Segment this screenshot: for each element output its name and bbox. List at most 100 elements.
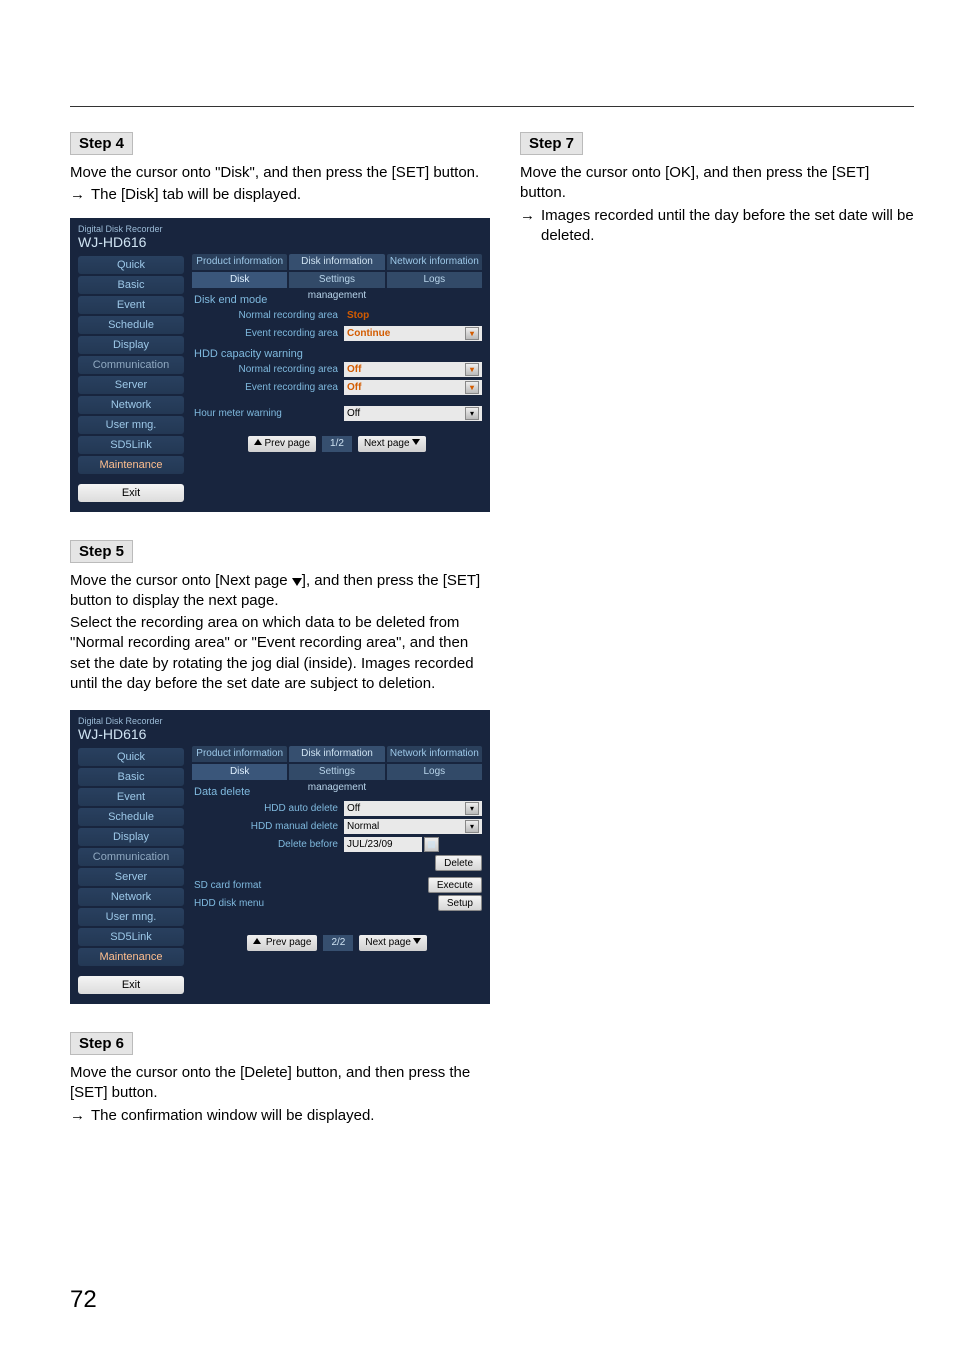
sidebar-item-maintenance[interactable]: Maintenance [78,456,184,474]
label-event-rec-area-2: Event recording area [192,382,344,393]
product-line: Digital Disk Recorder [78,224,482,234]
model-name: WJ-HD616 [78,234,482,250]
sidebar-item-display[interactable]: Display [78,828,184,846]
label-normal-rec-area-2: Normal recording area [192,364,344,375]
dropdown-normal-rec-area-2[interactable]: Off▾ [344,362,482,377]
dropdown-hdd-auto-delete[interactable]: Off▾ [344,801,482,816]
step-6-label: Step 6 [70,1032,133,1055]
sidebar: Quick Basic Event Schedule Display Commu… [78,254,184,502]
step-6-arrow-text: The confirmation window will be displaye… [91,1106,374,1126]
sidebar-item-sd5link[interactable]: SD5Link [78,928,184,946]
sidebar-item-maintenance[interactable]: Maintenance [78,948,184,966]
arrow-icon: → [70,1106,85,1126]
calendar-icon[interactable]: ▦ [424,837,439,852]
chevron-down-icon[interactable]: ▾ [465,802,479,815]
step-4-arrow-text: The [Disk] tab will be displayed. [91,185,301,205]
subtab-settings-mgmt[interactable]: Settings management [289,272,384,288]
delete-button[interactable]: Delete [435,855,482,871]
exit-button[interactable]: Exit [78,976,184,994]
chevron-down-icon[interactable]: ▾ [465,407,479,420]
product-line: Digital Disk Recorder [78,716,482,726]
sidebar-item-basic[interactable]: Basic [78,276,184,294]
step-4-text: Move the cursor onto "Disk", and then pr… [70,163,490,183]
exit-button[interactable]: Exit [78,484,184,502]
tab-disk-info[interactable]: Disk information [289,254,384,270]
label-event-rec-area-1: Event recording area [192,328,344,339]
sidebar-item-server[interactable]: Server [78,868,184,886]
page-indicator: 2/2 [323,935,353,951]
setup-button[interactable]: Setup [438,895,482,911]
sidebar-item-sd5link[interactable]: SD5Link [78,436,184,454]
subtab-disk[interactable]: Disk [192,764,287,780]
label-hdd-auto-delete: HDD auto delete [192,803,344,814]
label-normal-rec-area-1: Normal recording area [192,310,344,321]
page-indicator: 1/2 [322,436,352,452]
triangle-up-icon [253,938,261,944]
sidebar-item-quick[interactable]: Quick [78,256,184,274]
execute-button[interactable]: Execute [428,877,482,893]
dropdown-event-rec-area-1[interactable]: Continue▾ [344,326,482,341]
page-number: 72 [70,1286,97,1314]
sidebar-item-schedule[interactable]: Schedule [78,316,184,334]
step-4-label: Step 4 [70,132,133,155]
subtab-disk[interactable]: Disk [192,272,287,288]
sidebar-item-usermng[interactable]: User mng. [78,908,184,926]
dropdown-event-rec-area-2[interactable]: Off▾ [344,380,482,395]
sidebar-item-event[interactable]: Event [78,296,184,314]
date-input-delete-before[interactable]: JUL/23/09 [344,837,422,852]
label-delete-before: Delete before [192,839,344,850]
section-hdd-capacity-warning: HDD capacity warning [194,348,482,360]
label-hdd-disk-menu: HDD disk menu [192,898,344,909]
triangle-down-icon [412,439,420,445]
next-page-button[interactable]: Next page [358,436,426,452]
subtab-logs[interactable]: Logs [387,764,482,780]
subtab-logs[interactable]: Logs [387,272,482,288]
settings-panel-1: Digital Disk Recorder WJ-HD616 Quick Bas… [70,218,490,512]
triangle-up-icon [254,439,262,445]
prev-page-button[interactable]: Prev page [247,935,317,951]
sidebar-item-network[interactable]: Network [78,888,184,906]
sidebar: Quick Basic Event Schedule Display Commu… [78,746,184,994]
arrow-icon: → [520,206,535,247]
tab-network-info[interactable]: Network information [387,254,482,270]
sidebar-item-usermng[interactable]: User mng. [78,416,184,434]
tab-network-info[interactable]: Network information [387,746,482,762]
step-5-text-line1: Move the cursor onto [Next page ], and t… [70,571,490,612]
sidebar-item-display[interactable]: Display [78,336,184,354]
tab-disk-info[interactable]: Disk information [289,746,384,762]
model-name: WJ-HD616 [78,726,482,742]
chevron-down-icon[interactable]: ▾ [465,820,479,833]
subtab-settings-mgmt[interactable]: Settings management [289,764,384,780]
sidebar-item-basic[interactable]: Basic [78,768,184,786]
prev-page-button[interactable]: Prev page [248,436,316,452]
triangle-down-icon [413,938,421,944]
label-hdd-manual-delete: HDD manual delete [192,821,344,832]
label-sd-card-format: SD card format [192,880,344,891]
label-hour-meter: Hour meter warning [192,408,344,419]
dropdown-hour-meter[interactable]: Off▾ [344,406,482,421]
chevron-down-icon[interactable]: ▾ [465,363,479,376]
sidebar-item-schedule[interactable]: Schedule [78,808,184,826]
triangle-down-icon [292,578,302,586]
sidebar-item-quick[interactable]: Quick [78,748,184,766]
chevron-down-icon[interactable]: ▾ [465,327,479,340]
chevron-down-icon[interactable]: ▾ [465,381,479,394]
sidebar-item-server[interactable]: Server [78,376,184,394]
arrow-icon: → [70,185,85,205]
step-7-label: Step 7 [520,132,583,155]
settings-panel-2: Digital Disk Recorder WJ-HD616 Quick Bas… [70,710,490,1004]
tab-product-info[interactable]: Product information [192,746,287,762]
sidebar-item-event[interactable]: Event [78,788,184,806]
step-5-label: Step 5 [70,540,133,563]
step-7-arrow-text: Images recorded until the day before the… [541,206,914,247]
tab-product-info[interactable]: Product information [192,254,287,270]
sidebar-item-network[interactable]: Network [78,396,184,414]
step-5-text-line2: Select the recording area on which data … [70,613,490,694]
step-6-text: Move the cursor onto the [Delete] button… [70,1063,490,1104]
next-page-button[interactable]: Next page [359,935,427,951]
value-normal-rec-area-1: Stop [344,308,482,323]
step-7-text: Move the cursor onto [OK], and then pres… [520,163,914,204]
dropdown-hdd-manual-delete[interactable]: Normal▾ [344,819,482,834]
sidebar-item-communication[interactable]: Communication [78,848,184,866]
sidebar-item-communication[interactable]: Communication [78,356,184,374]
